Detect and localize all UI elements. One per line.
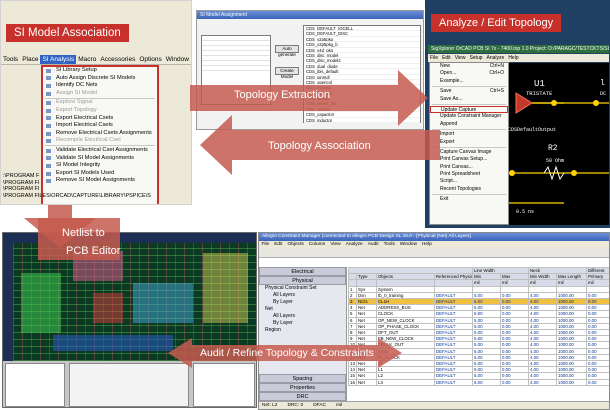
topology-extraction-label: Topology Extraction bbox=[234, 89, 330, 101]
topology-association-label: Topology Association bbox=[268, 140, 371, 152]
pcb-editor-label: PCB Editor bbox=[66, 245, 121, 257]
netlist-to-label: Netlist to bbox=[62, 227, 105, 239]
audit-refine-label: Audit / Refine Topology & Constraints bbox=[200, 347, 374, 359]
